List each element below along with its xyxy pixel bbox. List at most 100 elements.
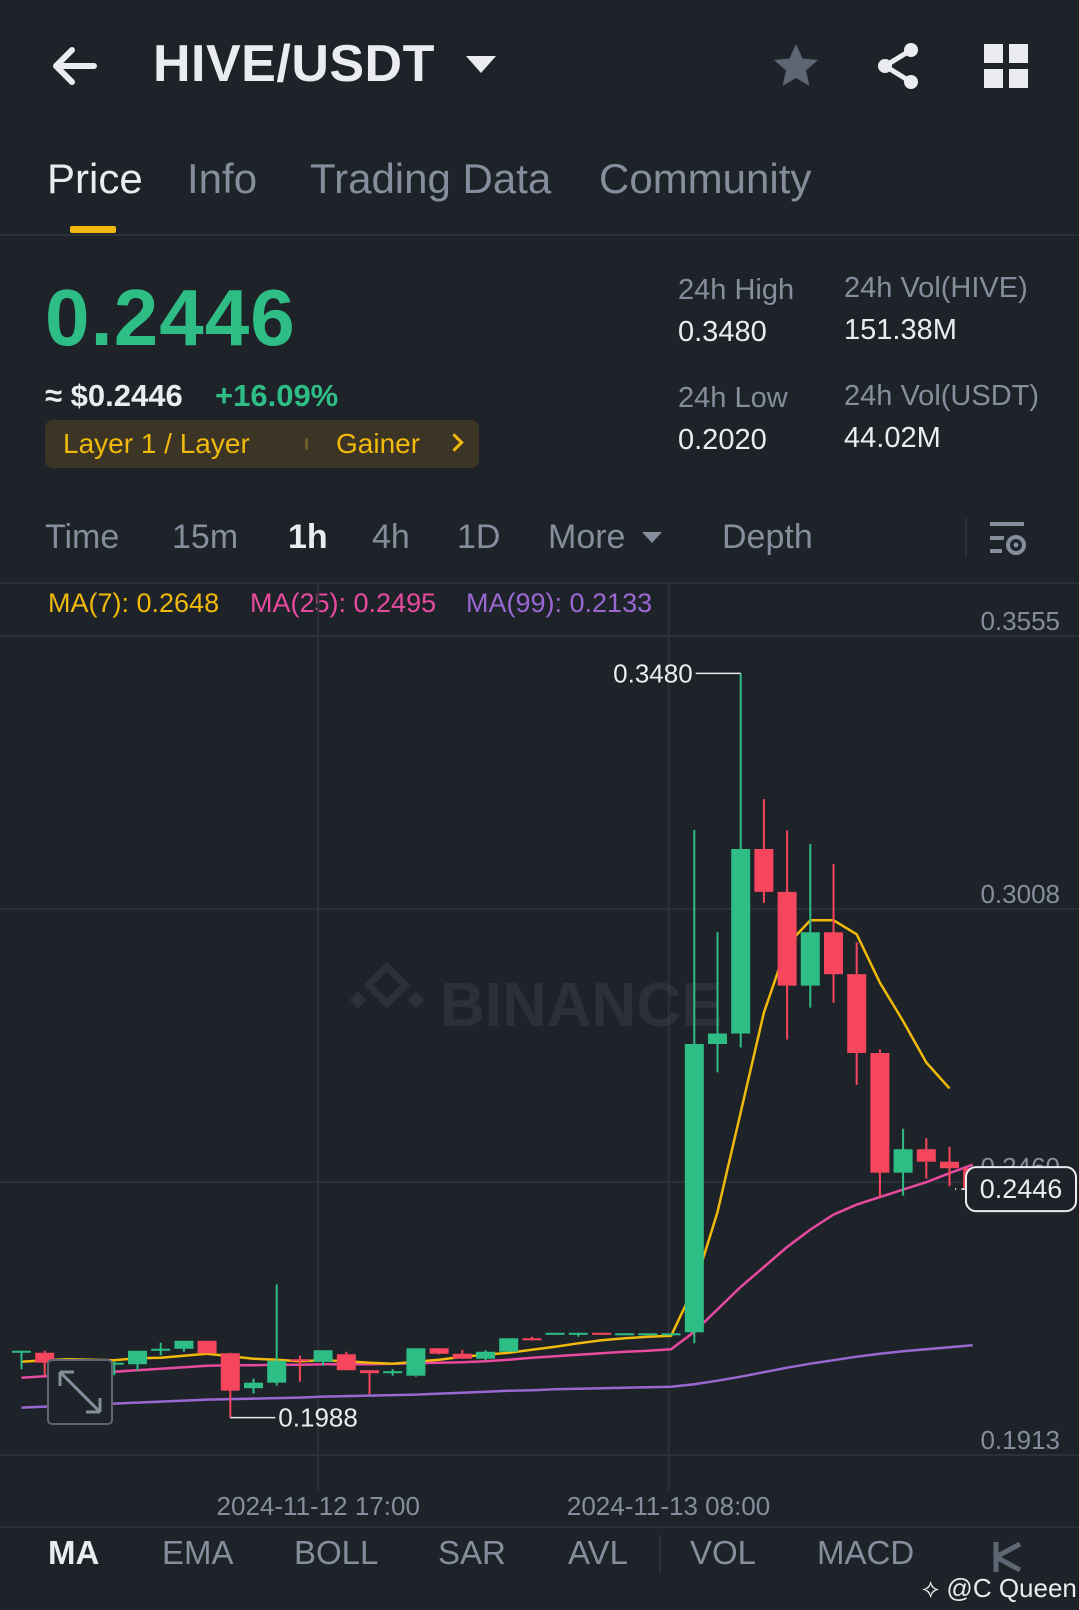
- divider: [965, 518, 967, 558]
- candle: [290, 1355, 310, 1382]
- timeframe-1h[interactable]: 1h: [288, 518, 328, 557]
- candle-body: [174, 1340, 194, 1349]
- candle: [754, 799, 774, 903]
- high-marker-label: 0.3480: [613, 658, 693, 688]
- candle-body: [360, 1370, 379, 1374]
- top-bar: HIVE/USDT: [0, 0, 1079, 135]
- usd-price: ≈ $0.2446: [45, 378, 183, 413]
- candle-body: [452, 1353, 472, 1359]
- candle-body: [313, 1350, 333, 1362]
- timeframe-time[interactable]: Time: [45, 518, 119, 557]
- candle: [267, 1284, 287, 1386]
- timeframe-1d[interactable]: 1D: [457, 518, 500, 557]
- divider: [0, 234, 1079, 236]
- candle: [522, 1336, 542, 1341]
- stat-low-label: 24h Low: [678, 382, 788, 414]
- candle-body: [777, 891, 797, 986]
- tag-rank-label: Gainer: [336, 428, 421, 459]
- indicator-ema[interactable]: EMA: [162, 1534, 234, 1572]
- star-icon[interactable]: [770, 40, 822, 92]
- indicator-macd[interactable]: MACD: [817, 1534, 914, 1572]
- candle-body: [731, 848, 751, 1034]
- candle-body: [476, 1351, 495, 1359]
- candle-body: [568, 1332, 588, 1335]
- candle: [661, 1333, 681, 1336]
- candle: [545, 1332, 565, 1335]
- x-axis-labels: 2024-11-12 17:00 2024-11-13 08:00: [217, 1491, 771, 1521]
- candle: [638, 1333, 658, 1336]
- tab-price[interactable]: Price: [47, 155, 143, 203]
- tab-community[interactable]: Community: [599, 155, 811, 203]
- candle: [244, 1378, 263, 1394]
- chart-settings-icon[interactable]: [988, 518, 1028, 558]
- back-arrow-icon[interactable]: [48, 40, 100, 92]
- x-tick-label: 2024-11-12 17:00: [217, 1491, 420, 1521]
- watermark: ⟡ @C Queen: [922, 1573, 1077, 1605]
- candle: [360, 1370, 379, 1395]
- share-icon[interactable]: [873, 40, 925, 92]
- candle-body: [197, 1340, 217, 1354]
- candle-body: [800, 932, 820, 986]
- fullscreen-icon: [47, 1359, 113, 1425]
- candle: [336, 1351, 356, 1371]
- trading-pair-title[interactable]: HIVE/USDT: [153, 34, 435, 94]
- candle-body: [290, 1359, 310, 1362]
- tab-trading-data[interactable]: Trading Data: [310, 155, 551, 203]
- candle-body: [916, 1149, 936, 1162]
- stat-vol-quote-value: 44.02M: [844, 422, 941, 454]
- divider: [0, 1526, 1079, 1528]
- candle: [197, 1340, 217, 1354]
- tag-category-label: Layer 1 / Layer: [63, 428, 250, 459]
- indicator-sar[interactable]: SAR: [438, 1534, 506, 1572]
- dropdown-caret-icon[interactable]: [466, 56, 496, 73]
- timeframe-more[interactable]: More: [548, 518, 625, 557]
- candle-body: [638, 1333, 658, 1336]
- collapse-icon[interactable]: [992, 1540, 1026, 1574]
- stat-vol-base-label: 24h Vol(HIVE): [844, 272, 1028, 304]
- stat-low-value: 0.2020: [678, 424, 767, 456]
- candle: [12, 1350, 31, 1370]
- y-tick-label: 0.3008: [980, 879, 1060, 909]
- indicator-boll[interactable]: BOLL: [294, 1534, 378, 1572]
- y-axis-labels: 0.35550.30080.24600.1913: [980, 606, 1060, 1455]
- candle: [777, 830, 797, 1040]
- binance-watermark: BINANCE: [349, 961, 722, 1040]
- grid-icon[interactable]: [980, 40, 1032, 92]
- candle: [731, 673, 751, 1048]
- stat-high-value: 0.3480: [678, 316, 767, 348]
- indicator-avl[interactable]: AVL: [568, 1534, 628, 1572]
- candle-body: [128, 1350, 147, 1365]
- indicator-ma[interactable]: MA: [48, 1534, 99, 1572]
- candle: [568, 1332, 588, 1337]
- candle: [452, 1349, 472, 1359]
- candle-body: [220, 1353, 240, 1391]
- watermark-text: @C Queen: [946, 1573, 1077, 1603]
- tab-info[interactable]: Info: [187, 155, 257, 203]
- candle-body: [847, 974, 867, 1053]
- candle-body: [545, 1332, 565, 1335]
- candle: [151, 1342, 171, 1356]
- candle-body: [824, 932, 843, 975]
- candle: [615, 1333, 635, 1336]
- candle-body: [940, 1161, 959, 1169]
- last-price: 0.2446: [45, 273, 296, 362]
- candle-body: [592, 1332, 611, 1335]
- stat-vol-quote-label: 24h Vol(USDT): [844, 380, 1040, 412]
- candle-body: [661, 1333, 681, 1336]
- candle-body: [684, 1044, 704, 1333]
- candle-body: [893, 1149, 913, 1173]
- depth-tab[interactable]: Depth: [722, 518, 813, 557]
- timeframe-15m[interactable]: 15m: [172, 518, 238, 557]
- candle-body: [499, 1338, 519, 1352]
- candle-body: [151, 1348, 171, 1351]
- candle-body: [267, 1360, 287, 1383]
- low-marker-label: 0.1988: [278, 1403, 358, 1433]
- candlestick-chart[interactable]: BINANCE 0.35550.30080.24600.1913 2024-11…: [0, 582, 1079, 1527]
- candle: [684, 830, 704, 1344]
- candle: [383, 1369, 403, 1376]
- candle: [870, 1049, 890, 1198]
- indicator-vol[interactable]: VOL: [690, 1534, 756, 1572]
- candle-body: [336, 1354, 356, 1371]
- timeframe-4h[interactable]: 4h: [372, 518, 410, 557]
- candle: [220, 1352, 240, 1418]
